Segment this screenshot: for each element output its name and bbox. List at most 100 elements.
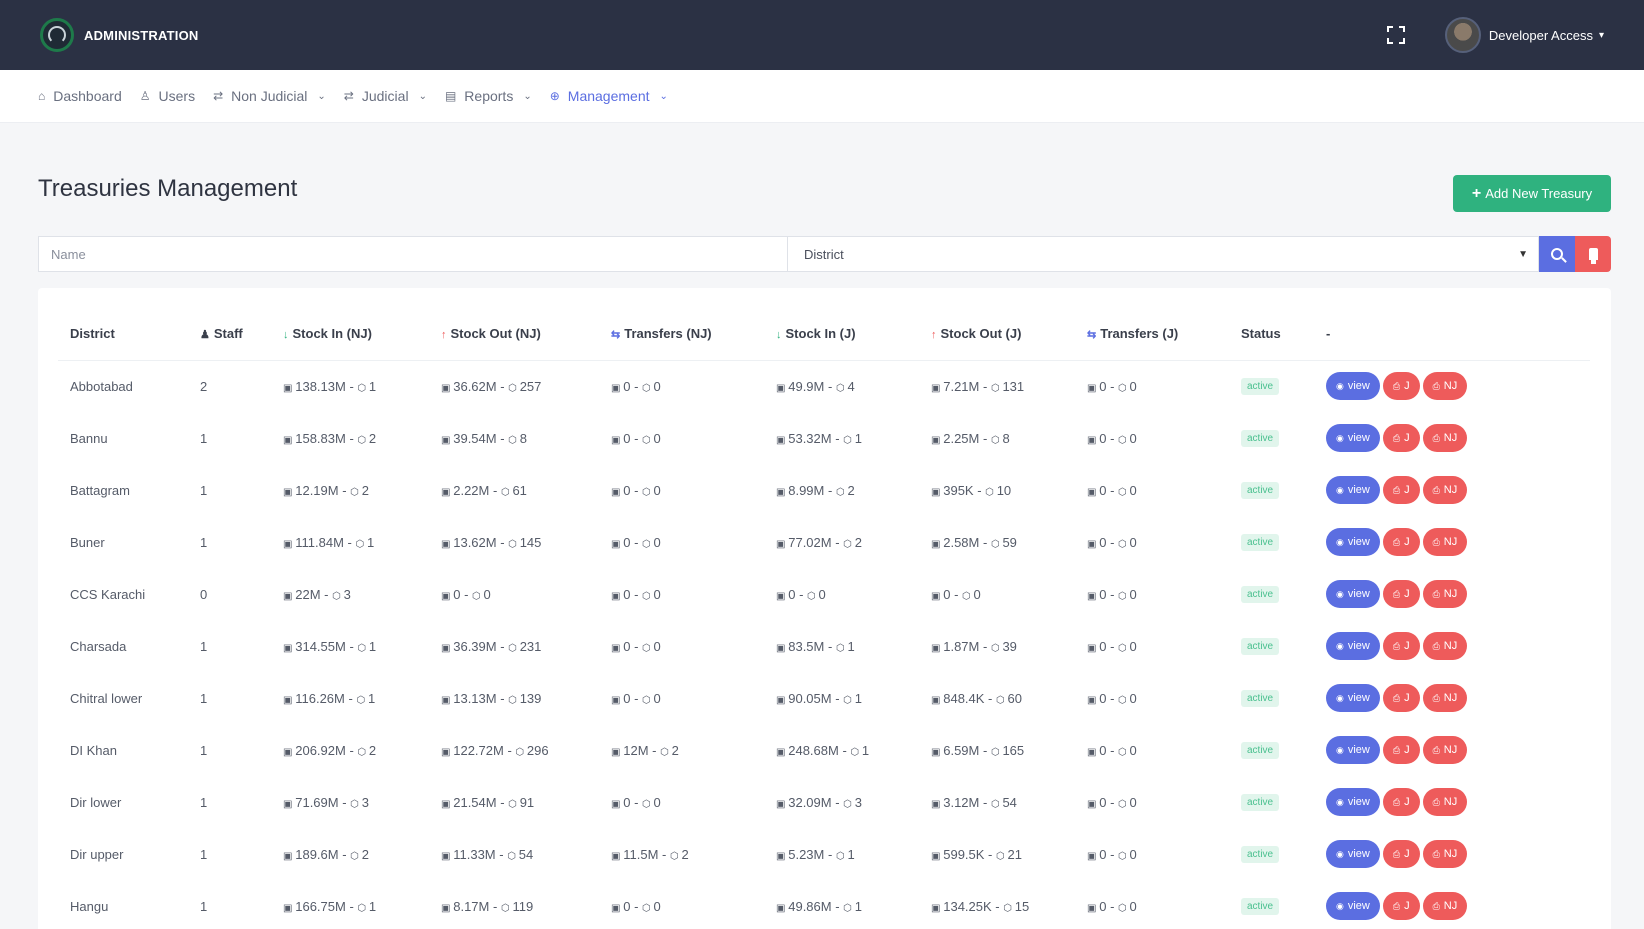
print-nj-button[interactable]: ⎙ NJ [1422,632,1468,660]
print-nj-button[interactable]: ⎙ NJ [1422,736,1468,764]
print-j-button[interactable]: ⎙ J [1382,736,1420,764]
nav-item-users[interactable]: ♙ Users [140,88,195,104]
count-value: 8 [1002,430,1010,446]
stock-cell: ▣ 3.12M - ⬡ 54 [919,776,1075,828]
print-nj-button[interactable]: ⎙ NJ [1422,684,1468,712]
print-nj-button[interactable]: ⎙ NJ [1422,892,1468,920]
print-j-button[interactable]: ⎙ J [1382,476,1420,504]
district-select[interactable]: District ▼ [788,236,1539,272]
count-value: 15 [1014,898,1030,914]
print-j-label: J [1404,432,1410,444]
print-j-label: J [1404,380,1410,393]
view-button[interactable]: ◉ view [1326,580,1380,608]
stock-cell: ▣ 111.84M - ⬡ 1 [271,516,429,568]
view-button[interactable]: ◉ view [1326,424,1380,452]
print-nj-label: NJ [1443,536,1458,548]
clear-filter-button[interactable] [1575,236,1611,272]
view-button[interactable]: ◉ view [1326,684,1380,712]
avatar[interactable] [1444,17,1481,53]
count-value: 0 [1129,534,1137,550]
print-icon: ⎙ [1392,484,1401,495]
separator: - [979,638,991,654]
column-header-label: Transfers (NJ) [624,326,712,342]
column-header: ↓ Stock In (NJ) [271,308,429,361]
view-button[interactable]: ◉ view [1326,372,1380,401]
print-j-button[interactable]: ⎙ J [1382,684,1420,712]
search-button[interactable] [1539,236,1575,272]
view-button[interactable]: ◉ view [1326,632,1380,660]
nav-item-management[interactable]: ⊕ Management ⌄ [550,88,668,104]
view-button[interactable]: ◉ view [1326,476,1380,504]
print-nj-button[interactable]: ⎙ NJ [1422,580,1468,608]
staff-cell: 1 [200,638,208,654]
print-nj-button[interactable]: ⎙ NJ [1422,528,1468,556]
cash-icon: ▣ [611,746,624,758]
print-j-button[interactable]: ⎙ J [1382,892,1420,920]
box-icon: ⬡ [1118,642,1130,654]
view-button[interactable]: ◉ view [1326,892,1380,920]
treasuries-card: District ♟ Staff ↓ Stock In (NJ) ↑ Stock Out (… [38,288,1611,929]
print-nj-label: NJ [1443,744,1458,756]
count-value: 2 [368,742,377,758]
separator: - [630,586,643,602]
fullscreen-icon[interactable] [1386,26,1405,44]
column-header: District [58,308,188,361]
cash-icon: ▣ [611,798,624,810]
stock-cell: ▣ 12M - ⬡ 2 [599,724,764,776]
add-treasury-button[interactable]: + Add New Treasury [1453,175,1611,212]
amount-value: 49.9M [788,378,825,394]
user-icon: ♟ [200,329,210,342]
transfer-icon: ⇆ [611,329,621,342]
amount-value: 53.32M [788,430,832,446]
stock-cell: ▣ 90.05M - ⬡ 1 [764,672,919,724]
cash-icon: ▣ [1087,694,1100,706]
print-nj-button[interactable]: ⎙ NJ [1422,788,1468,816]
print-icon: ⎙ [1392,380,1401,391]
count-value: 0 [1129,586,1137,602]
amount-value: 599.5K [943,846,985,862]
print-j-button[interactable]: ⎙ J [1382,632,1420,660]
separator: - [1106,742,1119,758]
print-nj-button[interactable]: ⎙ NJ [1422,424,1468,452]
print-icon: ⎙ [1392,536,1401,547]
print-j-button[interactable]: ⎙ J [1382,580,1420,608]
print-nj-button[interactable]: ⎙ NJ [1422,372,1468,401]
status-cell: active [1229,724,1314,776]
view-button[interactable]: ◉ view [1326,528,1380,556]
print-nj-button[interactable]: ⎙ NJ [1422,476,1468,504]
count-value: 1 [368,898,377,914]
print-j-button[interactable]: ⎙ J [1382,840,1420,868]
nav-item-reports[interactable]: ▤ Reports ⌄ [445,88,532,104]
print-icon: ⎙ [1432,432,1440,443]
view-button[interactable]: ◉ view [1326,788,1380,816]
chevron-down-icon[interactable]: ▾ [1599,30,1604,41]
cash-icon: ▣ [931,382,944,394]
box-icon: ⬡ [835,382,848,394]
amount-value: 134.25K [943,898,992,914]
user-menu-label[interactable]: Developer Access [1489,28,1593,43]
nav-item-judicial[interactable]: ⇄ Judicial ⌄ [344,88,427,104]
arrow-down-icon: ↓ [283,329,289,342]
print-j-button[interactable]: ⎙ J [1382,528,1420,556]
print-nj-button[interactable]: ⎙ NJ [1422,840,1468,868]
stock-cell: ▣ 599.5K - ⬡ 21 [919,828,1075,880]
view-button[interactable]: ◉ view [1326,736,1380,764]
print-j-button[interactable]: ⎙ J [1382,788,1420,816]
count-value: 0 [1129,378,1137,394]
print-j-button[interactable]: ⎙ J [1382,424,1420,452]
status-badge: active [1241,794,1280,811]
eye-icon: ◉ [1336,744,1344,755]
view-button[interactable]: ◉ view [1326,840,1380,868]
name-search-input[interactable] [38,236,788,272]
chevron-down-icon: ⌄ [659,90,668,102]
print-j-button[interactable]: ⎙ J [1382,372,1420,401]
box-icon: ⬡ [642,382,654,394]
nav-item-dashboard[interactable]: ⌂ Dashboard [38,88,122,104]
separator: - [503,742,516,758]
amount-value: 90.05M [788,690,832,706]
count-value: 139 [519,690,542,706]
separator: - [345,378,358,394]
nav-item-non-judicial[interactable]: ⇄ Non Judicial ⌄ [213,88,326,104]
print-icon: ⎙ [1432,640,1440,651]
actions-cell: ◉ view ⎙ J ⎙ NJ [1314,672,1590,724]
